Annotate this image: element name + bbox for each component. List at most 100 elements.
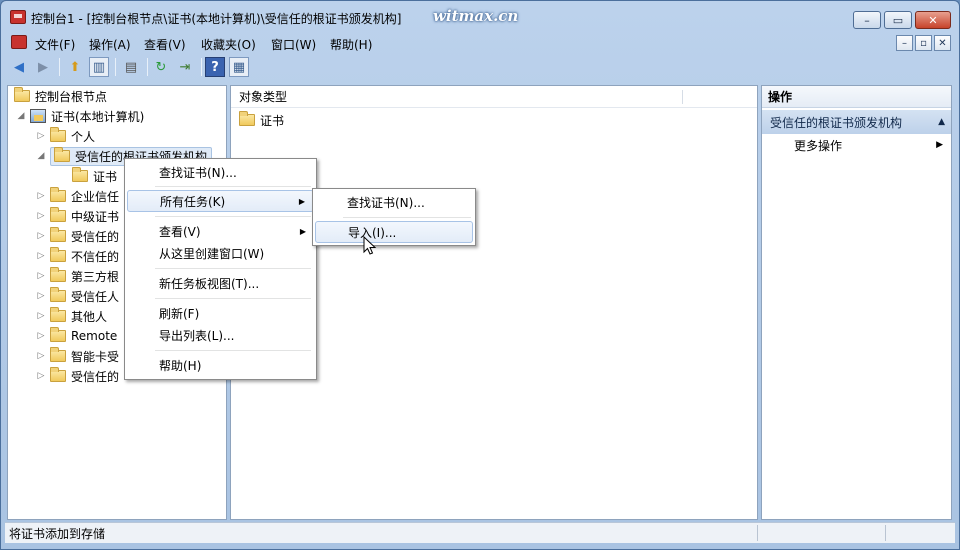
menu-window[interactable]: 窗口(W) <box>271 36 316 53</box>
ctx-new-window[interactable]: 从这里创建窗口(W) <box>127 242 314 264</box>
collapse-icon[interactable]: ◢ <box>36 151 46 161</box>
minimize-button[interactable]: – <box>853 11 881 29</box>
expand-icon[interactable]: ▷ <box>36 271 46 281</box>
show-tree-icon[interactable]: ▥ <box>89 57 109 77</box>
folder-icon <box>50 347 66 362</box>
back-icon[interactable]: ◀ <box>9 57 29 77</box>
ctx-view[interactable]: 查看(V) ▶ <box>127 220 314 242</box>
status-bar: 将证书添加到存储 <box>5 522 955 543</box>
tree-node-certificates-local[interactable]: ◢ 证书(本地计算机) <box>16 106 144 126</box>
actions-header: 操作 <box>762 86 951 108</box>
menu-favorites[interactable]: 收藏夹(O) <box>201 36 256 53</box>
ctx-new-taskpad[interactable]: 新任务板视图(T)... <box>127 272 314 294</box>
tree-label: 受信任的 <box>71 369 120 384</box>
help-icon[interactable]: ? <box>205 57 225 77</box>
up-folder-icon[interactable]: ⬆ <box>65 57 85 77</box>
collapse-icon[interactable]: ◢ <box>16 111 26 121</box>
folder-icon <box>50 127 66 142</box>
tree-node-enterprise-trust[interactable]: ▷ 企业信任 <box>36 186 119 206</box>
mdi-close-button[interactable]: ✕ <box>934 35 951 51</box>
action-pane-icon[interactable]: ▦ <box>229 57 249 77</box>
list-item[interactable]: 证书 <box>239 110 284 130</box>
tree-label: 不信任的 <box>71 249 120 264</box>
console-icon[interactable] <box>11 35 27 49</box>
forward-icon[interactable]: ▶ <box>33 57 53 77</box>
ctx-all-tasks[interactable]: 所有任务(K) ▶ <box>127 190 314 212</box>
ctx-help[interactable]: 帮助(H) <box>127 354 314 376</box>
expand-icon[interactable]: ▷ <box>36 331 46 341</box>
expand-icon[interactable]: ▷ <box>36 311 46 321</box>
tree-node-personal[interactable]: ▷ 个人 <box>36 126 95 146</box>
expand-icon[interactable]: ▷ <box>36 371 46 381</box>
mdi-minimize-button[interactable]: – <box>896 35 913 51</box>
folder-icon <box>50 367 66 382</box>
expand-icon[interactable]: ▷ <box>36 211 46 221</box>
refresh-icon[interactable]: ↻ <box>151 57 171 77</box>
column-header-object-type[interactable]: 对象类型 <box>231 86 757 108</box>
expand-icon[interactable]: ▷ <box>36 351 46 361</box>
folder-icon <box>50 267 66 282</box>
tree-node-other-people[interactable]: ▷ 其他人 <box>36 306 107 326</box>
tree-root[interactable]: 控制台根节点 <box>14 86 107 106</box>
actions-pane: 操作 受信任的根证书颁发机构 ▲ 更多操作 ▶ <box>761 85 952 520</box>
menu-view[interactable]: 查看(V) <box>144 36 186 53</box>
menu-help[interactable]: 帮助(H) <box>330 36 372 53</box>
mmc-app-icon[interactable] <box>10 10 26 24</box>
maximize-button[interactable]: ▭ <box>884 11 912 29</box>
folder-icon <box>50 207 66 222</box>
column-divider[interactable] <box>682 90 683 104</box>
tree-node-trusted-publishers[interactable]: ▷ 受信任的 <box>36 226 119 246</box>
sub-find-certificates[interactable]: 查找证书(N)... <box>315 191 473 213</box>
tree-label: 受信任人 <box>71 289 120 304</box>
ctx-all-tasks-label: 所有任务(K) <box>160 194 226 209</box>
properties-icon[interactable]: ▤ <box>121 57 141 77</box>
folder-icon <box>50 227 66 242</box>
expand-icon[interactable]: ▷ <box>36 131 46 141</box>
folder-icon <box>50 287 66 302</box>
status-text: 将证书添加到存储 <box>9 526 106 541</box>
folder-icon <box>54 147 70 162</box>
tree-label: 控制台根节点 <box>35 89 108 104</box>
more-actions-item[interactable]: 更多操作 ▶ <box>762 134 951 156</box>
close-button[interactable]: ✕ <box>915 11 951 29</box>
list-item-label: 证书 <box>260 113 285 128</box>
expand-icon[interactable]: ▷ <box>36 191 46 201</box>
tree-node-third-party-root[interactable]: ▷ 第三方根 <box>36 266 119 286</box>
collapse-section-icon[interactable]: ▲ <box>938 117 945 127</box>
expand-icon[interactable]: ▷ <box>36 291 46 301</box>
tree-node-remote[interactable]: ▷ Remote <box>36 326 117 346</box>
tree-node-trusted-devices[interactable]: ▷ 受信任的 <box>36 366 119 386</box>
folder-icon <box>50 247 66 262</box>
sub-import[interactable]: 导入(I)... <box>315 221 473 243</box>
tree-node-intermediate[interactable]: ▷ 中级证书 <box>36 206 119 226</box>
certificate-store-icon <box>30 109 46 123</box>
folder-icon <box>50 187 66 202</box>
folder-icon <box>50 307 66 322</box>
tree-label: 企业信任 <box>71 189 120 204</box>
title-bar[interactable]: 控制台1 - [控制台根节点\证书(本地计算机)\受信任的根证书颁发机构] wi… <box>1 1 959 33</box>
watermark: witmax.cn <box>433 7 519 25</box>
folder-icon <box>239 111 255 126</box>
expand-icon[interactable]: ▷ <box>36 251 46 261</box>
submenu-arrow-icon: ▶ <box>299 226 306 236</box>
submenu-arrow-icon: ▶ <box>298 196 305 206</box>
menu-file[interactable]: 文件(F) <box>35 36 75 53</box>
tree-node-trusted-people[interactable]: ▷ 受信任人 <box>36 286 119 306</box>
mdi-restore-button[interactable]: ▫ <box>915 35 932 51</box>
toolbar: ◀ ▶ ⬆ ▥ ▤ ↻ ⇥ ? ▦ <box>5 55 955 81</box>
export-list-icon[interactable]: ⇥ <box>175 57 195 77</box>
tree-label: 个人 <box>71 129 96 144</box>
ctx-refresh[interactable]: 刷新(F) <box>127 302 314 324</box>
expand-icon[interactable]: ▷ <box>36 231 46 241</box>
tree-node-untrusted[interactable]: ▷ 不信任的 <box>36 246 119 266</box>
tree-node-smart-card[interactable]: ▷ 智能卡受 <box>36 346 119 366</box>
tree-label: 中级证书 <box>71 209 120 224</box>
ctx-export-list[interactable]: 导出列表(L)... <box>127 324 314 346</box>
menu-action[interactable]: 操作(A) <box>89 36 131 53</box>
actions-section-trusted-root[interactable]: 受信任的根证书颁发机构 ▲ <box>762 110 951 134</box>
window-title: 控制台1 - [控制台根节点\证书(本地计算机)\受信任的根证书颁发机构] <box>31 12 402 26</box>
column-header-label: 对象类型 <box>239 90 288 104</box>
ctx-find-certificates[interactable]: 查找证书(N)... <box>127 161 314 183</box>
folder-icon <box>50 327 66 342</box>
tree-node-certificates[interactable]: 证书 <box>72 166 117 186</box>
